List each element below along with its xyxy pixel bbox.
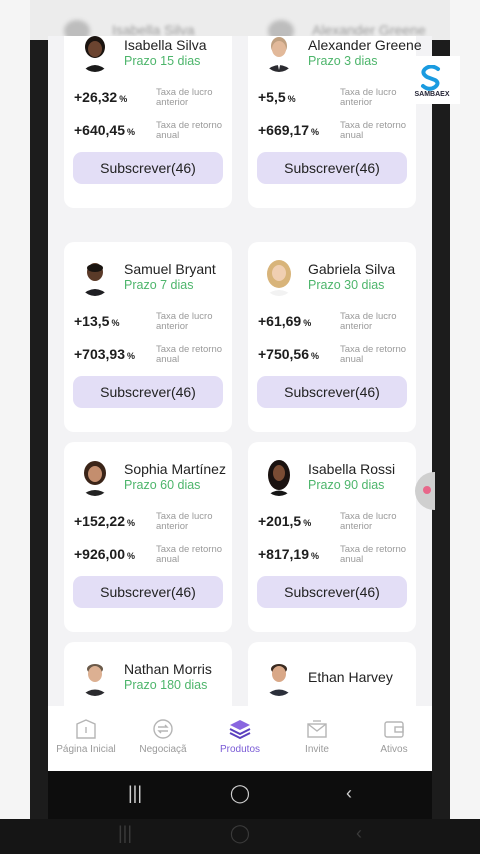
- avatar: [262, 658, 296, 696]
- profit-value: +26,32%: [74, 89, 128, 105]
- term-label: Prazo 3 dias: [308, 54, 378, 68]
- envelope-icon: [307, 720, 327, 738]
- home-circle-icon: ◯: [229, 823, 251, 843]
- product-card[interactable]: Isabella Silva Prazo 15 dias +26,32% Tax…: [64, 36, 232, 208]
- product-card[interactable]: Samuel Bryant Prazo 7 dias +13,5% Taxa d…: [64, 242, 232, 432]
- product-card[interactable]: Sophia Martínez Prazo 60 dias +152,22% T…: [64, 442, 232, 632]
- sambaex-logo: SAMBAEX: [404, 56, 460, 104]
- left-margin: [0, 0, 30, 820]
- term-label: Prazo 30 dias: [308, 278, 385, 292]
- annual-label: Taxa de retorno anual: [340, 344, 407, 365]
- product-card[interactable]: Gabriela Silva Prazo 30 dias +61,69% Tax…: [248, 242, 416, 432]
- subscribe-button[interactable]: Subscrever(46): [73, 576, 223, 608]
- annual-value: +703,93%: [74, 346, 136, 362]
- profit-label: Taxa de lucro anterior: [340, 511, 397, 532]
- profit-label: Taxa de lucro anterior: [156, 87, 213, 108]
- home-circle-icon[interactable]: ◯: [225, 783, 255, 807]
- trader-name: Alexander Greene: [308, 37, 422, 53]
- tab-label: Invite: [305, 744, 329, 755]
- annual-value: +750,56%: [258, 346, 320, 362]
- tab-products[interactable]: Produtos: [202, 706, 278, 771]
- tab-label: Ativos: [380, 744, 408, 755]
- avatar: [262, 458, 296, 496]
- tab-label: Produtos: [219, 744, 261, 755]
- tab-assets[interactable]: Ativos: [356, 706, 432, 771]
- tab-home[interactable]: Página Inicial: [48, 706, 124, 771]
- annual-value: +640,45%: [74, 122, 136, 138]
- subscribe-button[interactable]: Subscrever(46): [73, 376, 223, 408]
- product-card[interactable]: Isabella Rossi Prazo 90 dias +201,5% Tax…: [248, 442, 416, 632]
- trader-name: Isabella Silva: [124, 37, 207, 53]
- term-label: Prazo 180 dias: [124, 678, 208, 692]
- annual-value: +817,19%: [258, 546, 320, 562]
- recent-apps-icon[interactable]: |||: [120, 783, 150, 807]
- avatar: [262, 258, 296, 296]
- subscribe-button[interactable]: Subscrever(46): [257, 576, 407, 608]
- trader-name: Ethan Harvey: [308, 669, 393, 685]
- annual-value: +669,17%: [258, 122, 320, 138]
- tab-label: Página Inicial: [56, 744, 116, 755]
- avatar: [78, 458, 112, 496]
- profit-value: +13,5%: [74, 313, 120, 329]
- blurred-header: Isabella Silva Alexander Greene: [30, 0, 450, 40]
- term-label: Prazo 90 dias: [308, 478, 385, 492]
- exchange-icon: [153, 719, 173, 739]
- tab-invite[interactable]: Invite: [279, 706, 355, 771]
- profit-value: +152,22%: [74, 513, 136, 529]
- profit-label: Taxa de lucro anterior: [156, 311, 213, 332]
- logo-text: SAMBAEX: [414, 91, 450, 98]
- subscribe-button[interactable]: Subscrever(46): [257, 152, 407, 184]
- system-nav-bar: ||| ◯ ‹: [48, 771, 432, 819]
- avatar: [78, 36, 112, 72]
- profit-value: +61,69%: [258, 313, 312, 329]
- product-card[interactable]: Alexander Greene Prazo 3 dias +5,5% Taxa…: [248, 36, 422, 208]
- tab-label: Negociaçã: [139, 744, 187, 755]
- term-label: Prazo 15 dias: [124, 54, 201, 68]
- profit-label: Taxa de lucro anterior: [156, 511, 213, 532]
- avatar: [78, 658, 112, 696]
- back-chevron-icon: ‹: [356, 823, 362, 843]
- bottom-tab-bar: Página Inicial Negociaçã Produtos Invite…: [48, 706, 432, 771]
- annual-label: Taxa de retorno anual: [156, 544, 223, 565]
- annual-value: +926,00%: [74, 546, 136, 562]
- trader-name: Gabriela Silva: [308, 261, 396, 277]
- trader-name: Isabella Rossi: [308, 461, 396, 477]
- avatar: [262, 36, 296, 72]
- annual-label: Taxa de retorno anual: [156, 120, 223, 141]
- profit-value: +5,5%: [258, 89, 296, 105]
- right-margin: [450, 0, 480, 820]
- back-chevron-icon[interactable]: ‹: [334, 783, 364, 807]
- annual-label: Taxa de retorno anual: [156, 344, 223, 365]
- trader-name: Nathan Morris: [124, 661, 212, 677]
- profit-value: +201,5%: [258, 513, 312, 529]
- blurred-bottom: ||| ◯ ‹: [0, 819, 480, 854]
- home-icon: [76, 719, 96, 739]
- layers-icon: [229, 720, 251, 740]
- recent-apps-icon: |||: [117, 823, 133, 843]
- annual-label: Taxa de retorno anual: [340, 544, 407, 565]
- term-label: Prazo 7 dias: [124, 278, 194, 292]
- dot-icon: [423, 486, 431, 494]
- term-label: Prazo 60 dias: [124, 478, 201, 492]
- app-screen: Isabella Silva Prazo 15 dias +26,32% Tax…: [48, 36, 432, 771]
- s-logo-icon: [421, 65, 440, 91]
- subscribe-button[interactable]: Subscrever(46): [73, 152, 223, 184]
- tab-trade[interactable]: Negociaçã: [125, 706, 201, 771]
- trader-name: Sophia Martínez: [124, 461, 226, 477]
- avatar: [78, 258, 112, 296]
- profit-label: Taxa de lucro anterior: [340, 311, 397, 332]
- subscribe-button[interactable]: Subscrever(46): [257, 376, 407, 408]
- trader-name: Samuel Bryant: [124, 261, 216, 277]
- wallet-icon: [384, 721, 404, 738]
- annual-label: Taxa de retorno anual: [340, 120, 407, 141]
